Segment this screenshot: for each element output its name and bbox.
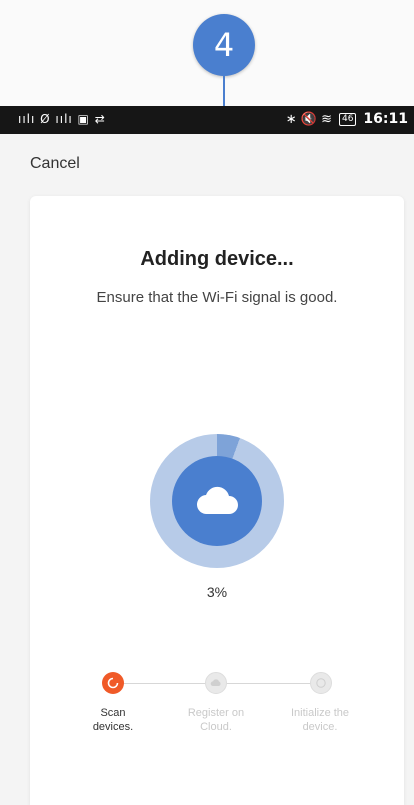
step-register-indicator bbox=[205, 672, 227, 694]
status-bar: ıılı Ø ıılı ▣ ⇄ ∗ 🔇 ≋ 46 16:11 bbox=[0, 106, 414, 134]
wifi-hint-text: Ensure that the Wi-Fi signal is good. bbox=[96, 289, 338, 306]
battery-icon: 46 bbox=[338, 112, 357, 126]
badge-pointer-line bbox=[223, 76, 225, 106]
adding-device-card: Adding device... Ensure that the Wi-Fi s… bbox=[30, 196, 404, 805]
cloud-icon bbox=[210, 679, 221, 686]
status-right-group: ∗ 🔇 ≋ 46 16:11 bbox=[286, 111, 408, 127]
step-initialize-label: Initialize the device. bbox=[290, 707, 350, 733]
progress-percent: 3% bbox=[206, 584, 228, 600]
step-scan-indicator bbox=[102, 672, 124, 694]
progress-steps: Scan devices. Register on Cloud. Initial… bbox=[30, 672, 404, 752]
step-number-badge: 4 bbox=[193, 14, 255, 76]
step-number: 4 bbox=[213, 26, 235, 64]
cloud-badge bbox=[172, 456, 262, 546]
step-connector bbox=[218, 683, 320, 684]
step-scan-label: Scan devices. bbox=[92, 707, 134, 733]
check-circle-icon bbox=[316, 678, 326, 688]
clock: 16:11 bbox=[363, 111, 408, 127]
refresh-icon bbox=[107, 677, 119, 689]
signal-icons: ıılı Ø ıılı ▣ ⇄ bbox=[18, 112, 106, 126]
instruction-header: 4 bbox=[0, 0, 414, 106]
step-connector bbox=[114, 683, 216, 684]
page-title: Adding device... bbox=[140, 248, 294, 270]
cloud-icon bbox=[196, 486, 238, 515]
step-initialize-indicator bbox=[310, 672, 332, 694]
step-register-label: Register on Cloud. bbox=[187, 707, 245, 733]
cancel-button[interactable]: Cancel bbox=[30, 155, 80, 173]
bluetooth-mute-wifi-icons: ∗ 🔇 ≋ bbox=[285, 111, 332, 127]
progress-ring bbox=[150, 434, 284, 568]
